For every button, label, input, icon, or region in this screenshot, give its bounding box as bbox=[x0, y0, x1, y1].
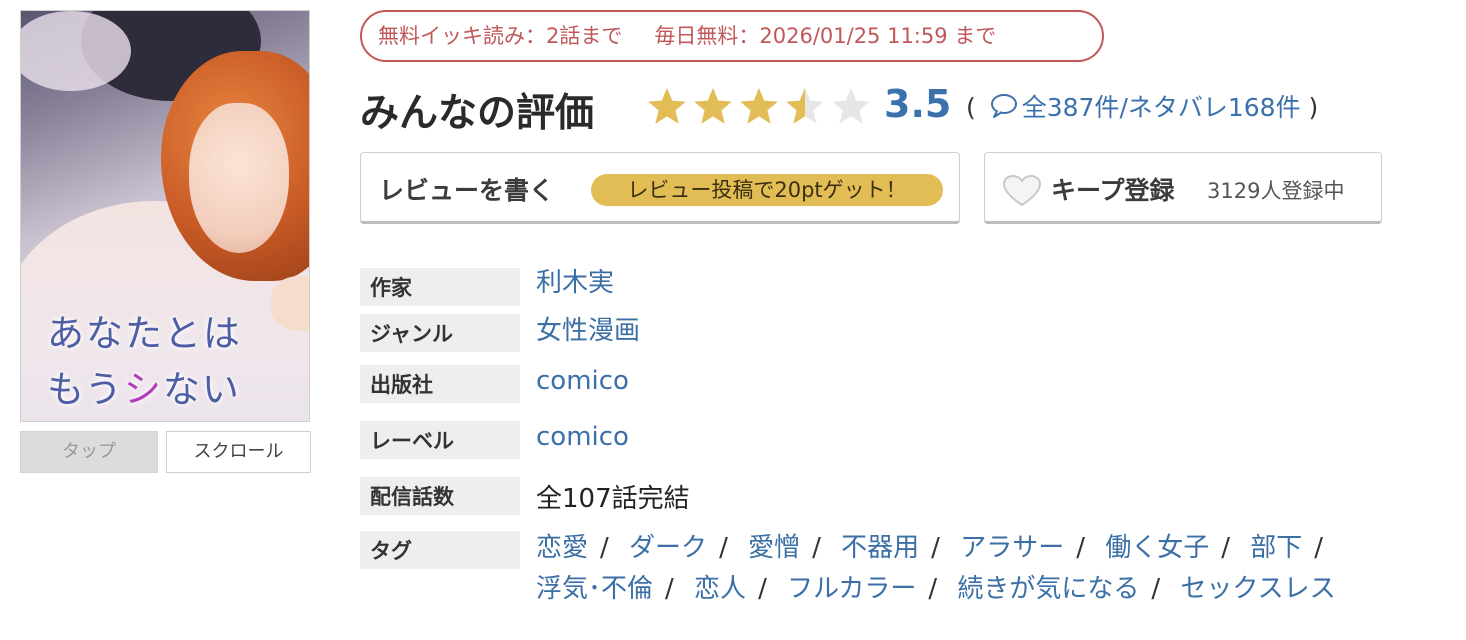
tag-link[interactable]: 愛憎 bbox=[748, 533, 800, 563]
open-paren: ( bbox=[966, 93, 976, 122]
review-total-link[interactable]: 全387件 bbox=[1022, 93, 1120, 122]
genre-label: ジャンル bbox=[360, 314, 520, 352]
review-promo-badge: レビュー投稿で20ptゲット！ bbox=[591, 174, 943, 206]
cover-title-mark: シ bbox=[123, 368, 163, 411]
cover-title-part-b: ない bbox=[162, 368, 241, 411]
tag-separator: / bbox=[1076, 533, 1085, 563]
daily-free-text: 毎日無料：2026/01/25 11:59 まで bbox=[654, 24, 997, 48]
write-review-label: レビューを書く bbox=[379, 176, 555, 205]
tag-separator: / bbox=[758, 574, 767, 604]
tag-separator: / bbox=[1151, 574, 1161, 604]
label-link[interactable]: comico bbox=[536, 422, 629, 452]
rating-title: みんなの評価 bbox=[360, 91, 595, 136]
tag-separator: / bbox=[600, 533, 609, 563]
tag-link[interactable]: アラサー bbox=[960, 533, 1064, 563]
cover-title-line1: あなたとは bbox=[47, 312, 242, 355]
spoiler-count-link[interactable]: ネタバレ168件 bbox=[1128, 93, 1301, 122]
keep-label: キープ登録 bbox=[1051, 176, 1175, 205]
campaign-banner: 無料イッキ読み：2話まで 毎日無料：2026/01/25 11:59 まで bbox=[360, 10, 1104, 62]
tag-separator: / bbox=[812, 533, 821, 563]
tag-separator: / bbox=[928, 574, 938, 604]
tag-link[interactable]: 不器用 bbox=[841, 533, 919, 563]
star-icon bbox=[832, 88, 870, 124]
scroll-mode-button[interactable]: スクロール bbox=[166, 431, 311, 473]
write-review-button[interactable]: レビューを書く レビュー投稿で20ptゲット！ bbox=[360, 152, 960, 224]
cover-title: あなたとは もうシない bbox=[47, 306, 242, 418]
review-divider: / bbox=[1119, 93, 1128, 122]
tag-separator: / bbox=[719, 533, 728, 563]
close-paren: ) bbox=[1308, 93, 1319, 122]
review-count[interactable]: ( 全387件/ネタバレ168件 ) bbox=[966, 88, 1318, 125]
tag-list: 恋愛 / ダーク / 愛憎 / 不器用 / アラサー / 働く女子 / 部下 / 浮気･不倫 /… bbox=[536, 528, 1416, 610]
cover-image[interactable]: あなたとは もうシない bbox=[20, 10, 310, 422]
tag-separator: / bbox=[665, 574, 674, 604]
cover-title-part-a: もう bbox=[47, 368, 124, 411]
rating-score: 3.5 bbox=[884, 82, 952, 126]
keep-button[interactable]: キープ登録 3129人登録中 bbox=[984, 152, 1382, 224]
tag-link[interactable]: 浮気･不倫 bbox=[536, 574, 653, 604]
episodes-label: 配信話数 bbox=[360, 477, 520, 515]
publisher-link[interactable]: comico bbox=[536, 366, 629, 396]
tag-link[interactable]: 恋愛 bbox=[536, 533, 588, 563]
tag-separator: / bbox=[1314, 533, 1324, 563]
tap-mode-button[interactable]: タップ bbox=[20, 431, 158, 473]
speech-bubble-icon bbox=[990, 93, 1018, 125]
tag-link[interactable]: 続きが気になる bbox=[957, 574, 1139, 604]
tag-link[interactable]: ダーク bbox=[629, 533, 707, 563]
star-icon bbox=[694, 88, 732, 124]
tag-link[interactable]: フルカラー bbox=[787, 574, 916, 604]
cover-art-face bbox=[189, 103, 289, 253]
tag-separator: / bbox=[1221, 533, 1231, 563]
episodes-value: 全107話完結 bbox=[536, 484, 690, 514]
tag-link[interactable]: 部下 bbox=[1250, 533, 1302, 563]
tag-link[interactable]: 働く女子 bbox=[1105, 533, 1209, 563]
star-icon bbox=[648, 88, 686, 124]
genre-link[interactable]: 女性漫画 bbox=[536, 310, 640, 347]
free-read-text: 無料イッキ読み：2話まで bbox=[378, 24, 623, 48]
heart-icon bbox=[1002, 174, 1042, 211]
author-label: 作家 bbox=[360, 268, 520, 306]
cover-art-hand bbox=[271, 276, 309, 331]
tag-separator: / bbox=[931, 533, 940, 563]
author-link[interactable]: 利木実 bbox=[536, 262, 614, 299]
cover-title-line2: もうシない bbox=[47, 362, 242, 418]
star-icon bbox=[740, 88, 778, 124]
label-label: レーベル bbox=[360, 421, 520, 459]
tags-label: タグ bbox=[360, 531, 520, 569]
tag-link[interactable]: 恋人 bbox=[694, 574, 746, 604]
star-icon bbox=[786, 88, 824, 124]
tag-link[interactable]: セックスレス bbox=[1180, 574, 1335, 604]
keep-count: 3129人登録中 bbox=[1207, 179, 1345, 203]
publisher-label: 出版社 bbox=[360, 365, 520, 403]
